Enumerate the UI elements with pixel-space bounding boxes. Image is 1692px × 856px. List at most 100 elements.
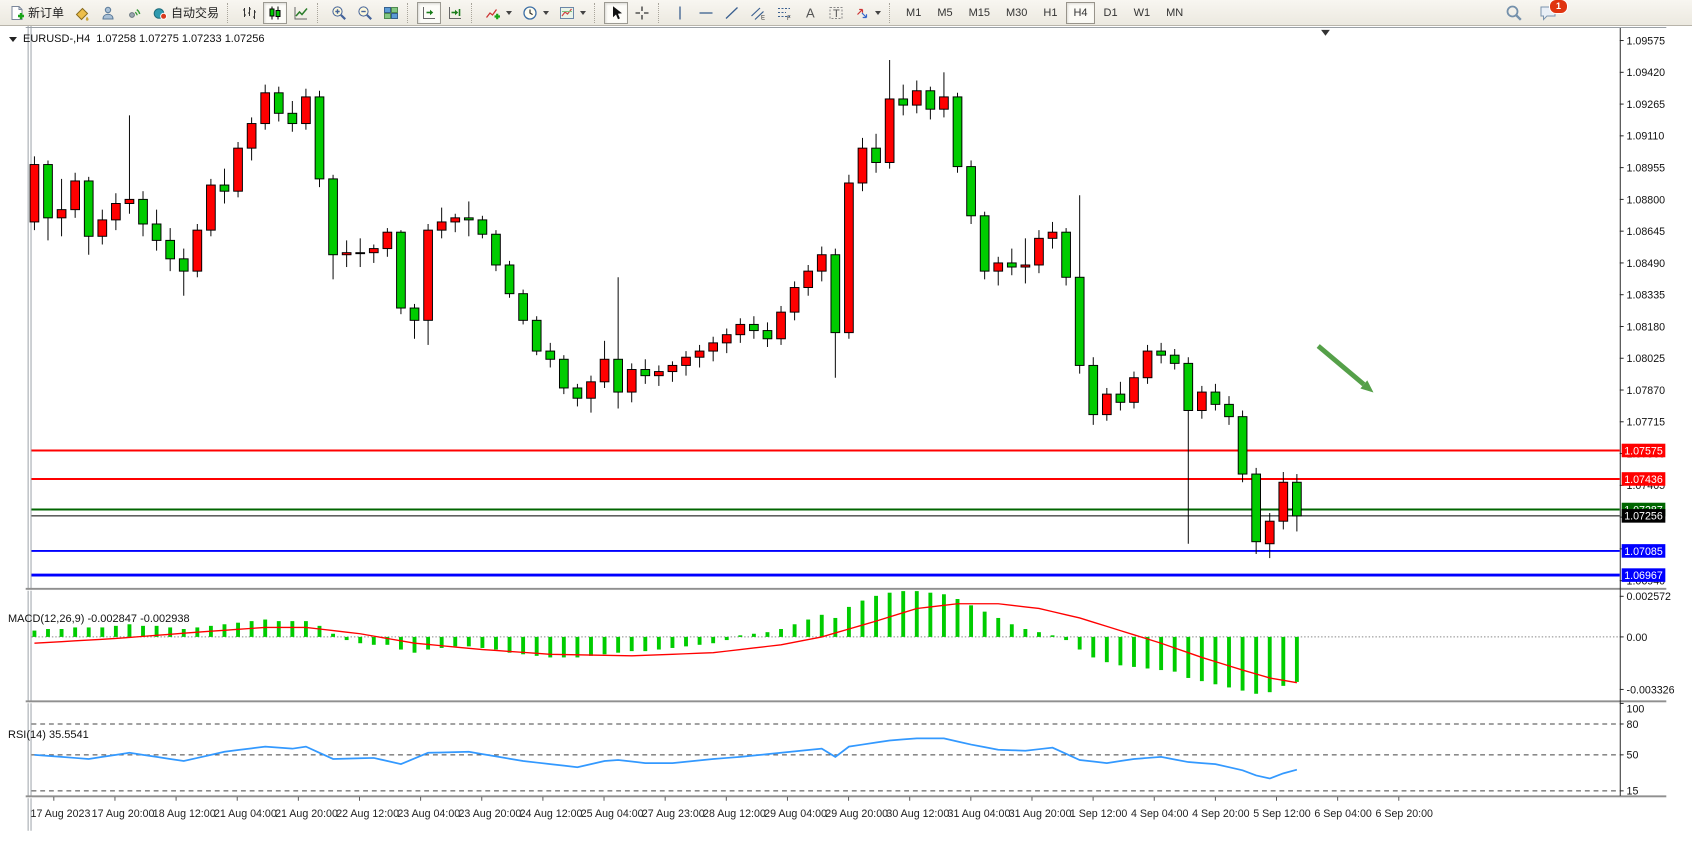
timeframe-m5[interactable]: M5 xyxy=(930,2,959,24)
candle xyxy=(410,308,419,320)
candle xyxy=(98,220,107,236)
toolbar: 新订单 自动交易 xyxy=(0,0,1692,26)
signal-icon xyxy=(126,5,142,21)
candle xyxy=(505,265,514,294)
dropdown-caret-icon xyxy=(580,11,586,15)
signals-button[interactable] xyxy=(122,2,146,24)
autotrade-button[interactable]: 自动交易 xyxy=(148,2,223,24)
fibonacci-icon: F xyxy=(776,5,792,21)
timeframe-mn[interactable]: MN xyxy=(1159,2,1190,24)
periods-button[interactable] xyxy=(518,2,553,24)
search-button[interactable] xyxy=(1501,2,1527,24)
candle xyxy=(44,165,53,218)
equidistant-channel-icon: E xyxy=(750,5,766,21)
profile-button[interactable] xyxy=(96,2,120,24)
svg-text:21 Aug 04:00: 21 Aug 04:00 xyxy=(214,808,277,820)
svg-text:1 Sep 12:00: 1 Sep 12:00 xyxy=(1070,808,1128,820)
candle xyxy=(1225,404,1234,416)
timeframe-h1[interactable]: H1 xyxy=(1036,2,1064,24)
line-chart-button[interactable] xyxy=(289,2,313,24)
candle xyxy=(274,93,283,113)
candle xyxy=(912,91,921,105)
arrows-tool-button[interactable] xyxy=(850,2,885,24)
zoom-out-icon xyxy=(357,5,373,21)
bar-chart-icon xyxy=(241,5,257,21)
svg-text:17 Aug 2023: 17 Aug 2023 xyxy=(31,808,91,820)
toolbar-separator xyxy=(317,3,323,23)
text-button[interactable]: A xyxy=(798,2,822,24)
svg-text:1.08800: 1.08800 xyxy=(1627,194,1666,206)
candle xyxy=(193,230,202,271)
svg-text:E: E xyxy=(761,15,765,21)
candle xyxy=(1075,277,1084,365)
svg-text:30 Aug 12:00: 30 Aug 12:00 xyxy=(886,808,949,820)
chat-button[interactable]: 1 xyxy=(1535,2,1562,24)
indicators-button[interactable] xyxy=(481,2,516,24)
zoom-out-button[interactable] xyxy=(353,2,377,24)
candle xyxy=(709,343,718,351)
crosshair-button[interactable] xyxy=(630,2,654,24)
price-tag: 1.07575 xyxy=(1622,444,1666,458)
trendline-button[interactable] xyxy=(720,2,744,24)
candle xyxy=(1130,378,1139,403)
candle xyxy=(179,259,188,271)
candle xyxy=(899,99,908,105)
cursor-button[interactable] xyxy=(604,2,628,24)
candle xyxy=(437,222,446,230)
svg-text:29 Aug 20:00: 29 Aug 20:00 xyxy=(825,808,888,820)
horizontal-line-button[interactable] xyxy=(694,2,718,24)
timeframe-m15[interactable]: M15 xyxy=(962,2,997,24)
text-label-button[interactable]: T xyxy=(824,2,848,24)
svg-text:100: 100 xyxy=(1627,703,1645,715)
timeframe-m30[interactable]: M30 xyxy=(999,2,1034,24)
auto-scroll-button[interactable] xyxy=(417,2,441,24)
candle xyxy=(464,218,473,220)
chevron-down-icon xyxy=(9,37,17,42)
fibonacci-button[interactable]: F xyxy=(772,2,796,24)
toolbar-separator xyxy=(227,3,233,23)
price-chart[interactable]: 1.095751.094201.092651.091101.089551.088… xyxy=(0,26,1692,856)
channel-button[interactable]: E xyxy=(746,2,770,24)
new-order-button[interactable]: 新订单 xyxy=(5,2,68,24)
svg-text:T: T xyxy=(833,8,840,20)
timeframe-w1[interactable]: W1 xyxy=(1127,2,1158,24)
line-chart-icon xyxy=(293,5,309,21)
candlestick-chart-icon xyxy=(267,5,283,21)
bar-chart-button[interactable] xyxy=(237,2,261,24)
timeframe-m1[interactable]: M1 xyxy=(899,2,928,24)
candle xyxy=(492,234,501,265)
candlestick-chart-button[interactable] xyxy=(263,2,287,24)
chart-shift-button[interactable] xyxy=(443,2,467,24)
vertical-line-button[interactable] xyxy=(668,2,692,24)
tile-windows-icon xyxy=(383,5,399,21)
candle xyxy=(342,253,351,255)
timeframe-h4[interactable]: H4 xyxy=(1066,2,1094,24)
styler-button[interactable] xyxy=(70,2,94,24)
candle xyxy=(1211,392,1220,404)
zoom-in-button[interactable] xyxy=(327,2,351,24)
candle xyxy=(587,382,596,398)
candle xyxy=(166,240,175,258)
svg-text:0.00: 0.00 xyxy=(1627,632,1648,644)
chart-title: EURUSD-,H4 1.07258 1.07275 1.07233 1.072… xyxy=(9,33,264,45)
candle xyxy=(1143,351,1152,378)
candle xyxy=(519,294,528,321)
templates-button[interactable] xyxy=(555,2,590,24)
candle xyxy=(953,97,962,167)
timeframe-d1[interactable]: D1 xyxy=(1097,2,1125,24)
svg-text:28 Aug 12:00: 28 Aug 12:00 xyxy=(703,808,766,820)
tile-windows-button[interactable] xyxy=(379,2,403,24)
candle xyxy=(831,255,840,333)
svg-text:23 Aug 04:00: 23 Aug 04:00 xyxy=(397,808,460,820)
candle xyxy=(777,312,786,339)
arrows-icon xyxy=(854,5,870,21)
candle xyxy=(84,181,93,236)
toolbar-separator xyxy=(658,3,664,23)
candle xyxy=(845,183,854,333)
chart-symbol-timeframe: EURUSD-,H4 xyxy=(23,33,90,45)
candle xyxy=(247,124,256,149)
candle xyxy=(451,218,460,222)
candle xyxy=(1265,521,1274,544)
svg-text:6 Sep 04:00: 6 Sep 04:00 xyxy=(1314,808,1372,820)
svg-text:5 Sep 12:00: 5 Sep 12:00 xyxy=(1253,808,1311,820)
